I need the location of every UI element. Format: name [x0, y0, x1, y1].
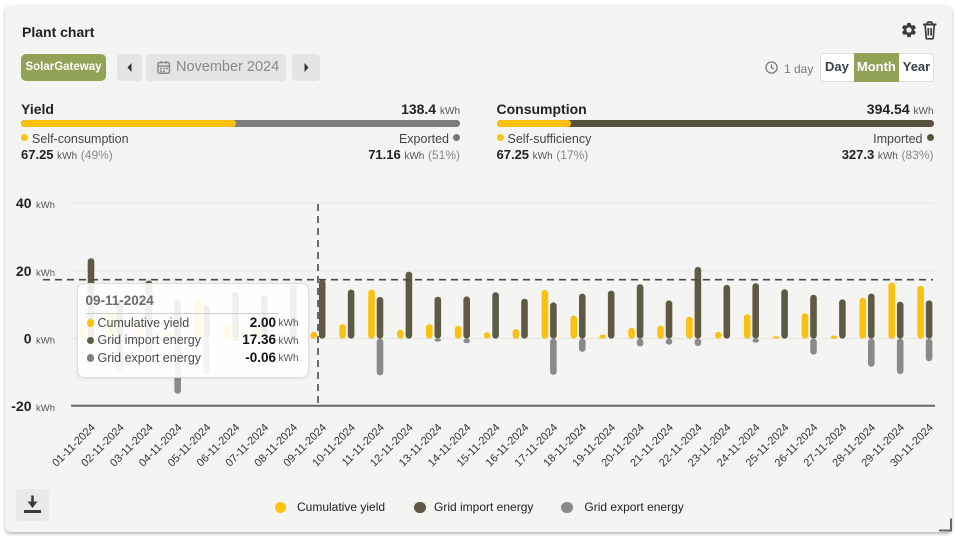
svg-text:40: 40 [16, 195, 32, 211]
svg-text:kWh: kWh [36, 336, 55, 347]
svg-text:20: 20 [16, 263, 32, 279]
svg-text:kWh: kWh [36, 403, 55, 414]
svg-text:kWh: kWh [36, 200, 55, 211]
svg-text:0: 0 [24, 331, 32, 347]
svg-text:-20: -20 [11, 398, 31, 414]
svg-text:kWh: kWh [36, 268, 55, 279]
